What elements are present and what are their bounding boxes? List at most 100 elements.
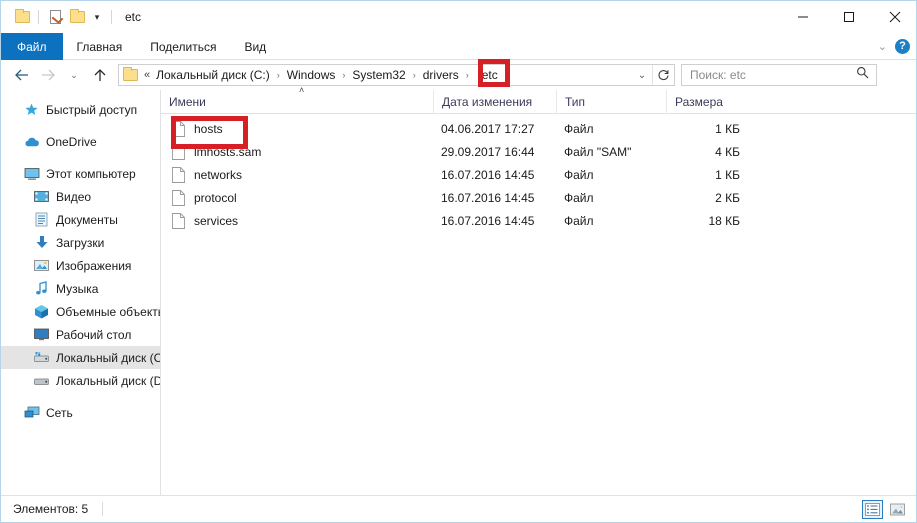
properties-icon[interactable] xyxy=(44,6,66,28)
search-box[interactable]: Поиск: etc xyxy=(681,64,877,86)
system-drive-icon xyxy=(33,350,50,366)
file-type: Файл xyxy=(564,213,594,228)
sidebar-item-music[interactable]: Музыка xyxy=(1,277,160,300)
table-row[interactable]: lmhosts.sam 29.09.2017 16:44 Файл "SAM" … xyxy=(161,140,916,163)
sidebar-item-network[interactable]: Сеть xyxy=(1,401,160,424)
sidebar-item-label: Видео xyxy=(56,189,92,204)
downloads-icon xyxy=(33,235,50,251)
file-size: 1 КБ xyxy=(715,121,740,136)
table-row[interactable]: networks 16.07.2016 14:45 Файл 1 КБ xyxy=(161,163,916,186)
sidebar-item-downloads[interactable]: Загрузки xyxy=(1,231,160,254)
quick-access-toolbar: ▾ etc xyxy=(1,6,141,28)
column-header-row: Имени ˄ Дата изменения Тип Размера xyxy=(161,85,916,114)
sidebar-item-3d-objects[interactable]: Объемные объекты xyxy=(1,300,160,323)
documents-icon xyxy=(33,212,50,228)
video-icon xyxy=(33,189,50,205)
network-icon xyxy=(23,405,40,421)
sidebar-item-onedrive[interactable]: OneDrive xyxy=(1,130,160,153)
qat-divider-2 xyxy=(111,10,112,24)
sidebar-item-desktop[interactable]: Рабочий стол xyxy=(1,323,160,346)
breadcrumb-separator-4[interactable]: › xyxy=(463,70,472,80)
file-icon xyxy=(172,120,185,137)
status-divider xyxy=(102,502,104,516)
tab-file[interactable]: Файл xyxy=(1,33,63,60)
view-mode-buttons xyxy=(862,499,916,519)
file-type: Файл xyxy=(564,167,594,182)
sidebar-item-documents[interactable]: Документы xyxy=(1,208,160,231)
forward-arrow-icon[interactable] xyxy=(35,62,61,88)
refresh-icon[interactable] xyxy=(652,65,674,85)
desktop-icon xyxy=(33,327,50,343)
sidebar-item-label: Объемные объекты xyxy=(56,304,161,319)
help-icon[interactable]: ? xyxy=(895,38,910,54)
3d-objects-icon xyxy=(33,304,50,320)
title-bar: ▾ etc xyxy=(1,1,916,33)
sidebar-item-videos[interactable]: Видео xyxy=(1,185,160,208)
sidebar-item-pictures[interactable]: Изображения xyxy=(1,254,160,277)
breadcrumb-separator-3[interactable]: › xyxy=(410,70,419,80)
breadcrumb-drive-c[interactable]: Локальный диск (C:) xyxy=(152,68,274,82)
search-input[interactable]: Поиск: etc xyxy=(690,68,746,82)
address-chevron-down-icon[interactable]: ⌄ xyxy=(632,65,652,85)
file-name-cell[interactable]: networks xyxy=(161,166,433,183)
breadcrumb-etc[interactable]: etc xyxy=(472,68,502,82)
column-header-date-modified[interactable]: Дата изменения xyxy=(433,89,556,114)
sidebar-item-this-pc[interactable]: Этот компьютер xyxy=(1,162,160,185)
file-size: 18 КБ xyxy=(708,213,740,228)
search-icon[interactable] xyxy=(856,66,869,84)
file-explorer-window: ▾ etc Файл Главная Поделиться Вид ⌄ ? ⌄ … xyxy=(0,0,917,523)
navigation-pane[interactable]: Быстрый доступ OneDrive Этот компьютер В… xyxy=(1,90,161,496)
file-name-cell[interactable]: protocol xyxy=(161,189,433,206)
column-header-name[interactable]: Имени ˄ xyxy=(161,85,433,114)
sidebar-item-label: Изображения xyxy=(56,258,132,273)
close-icon[interactable] xyxy=(872,1,916,33)
file-icon xyxy=(172,212,185,229)
file-date: 16.07.2016 14:45 xyxy=(441,190,535,205)
breadcrumb-drivers[interactable]: drivers xyxy=(419,68,463,82)
sidebar-item-label: Локальный диск (C xyxy=(56,350,161,365)
back-arrow-icon[interactable] xyxy=(9,62,35,88)
file-size: 4 КБ xyxy=(715,144,740,159)
breadcrumb-separator-2[interactable]: › xyxy=(339,70,348,80)
tab-home[interactable]: Главная xyxy=(63,33,137,60)
file-name: protocol xyxy=(194,190,237,205)
table-row[interactable]: protocol 16.07.2016 14:45 Файл 2 КБ xyxy=(161,186,916,209)
folder-icon[interactable] xyxy=(11,6,33,28)
table-row[interactable]: hosts 04.06.2017 17:27 Файл 1 КБ xyxy=(161,117,916,140)
file-name-cell[interactable]: lmhosts.sam xyxy=(161,143,433,160)
music-icon xyxy=(33,281,50,297)
breadcrumb-separator-1[interactable]: › xyxy=(274,70,283,80)
tab-share[interactable]: Поделиться xyxy=(136,33,230,60)
breadcrumb-system32[interactable]: System32 xyxy=(348,68,409,82)
sidebar-item-local-disk-c[interactable]: Локальный диск (C xyxy=(1,346,160,369)
ribbon-tab-bar: Файл Главная Поделиться Вид ⌄ ? xyxy=(1,33,916,60)
status-bar: Элементов: 5 xyxy=(1,495,916,522)
up-arrow-icon[interactable] xyxy=(87,62,113,88)
address-bar[interactable]: « Локальный диск (C:) › Windows › System… xyxy=(118,64,675,86)
large-icons-view-icon[interactable] xyxy=(887,500,908,519)
tab-view[interactable]: Вид xyxy=(230,33,280,60)
breadcrumb-overflow[interactable]: « xyxy=(142,69,152,81)
table-row[interactable]: services 16.07.2016 14:45 Файл 18 КБ xyxy=(161,209,916,232)
file-name-cell[interactable]: hosts xyxy=(161,120,433,137)
explorer-body: Быстрый доступ OneDrive Этот компьютер В… xyxy=(1,85,916,496)
file-name: services xyxy=(194,213,239,228)
file-name: hosts xyxy=(194,121,223,136)
file-name-cell[interactable]: services xyxy=(161,212,433,229)
sidebar-item-quick-access[interactable]: Быстрый доступ xyxy=(1,98,160,121)
file-list-pane[interactable]: Имени ˄ Дата изменения Тип Размера hosts… xyxy=(161,85,916,496)
file-name: lmhosts.sam xyxy=(194,144,262,159)
new-folder-icon[interactable] xyxy=(66,6,88,28)
maximize-icon[interactable] xyxy=(826,1,872,33)
sidebar-item-label: OneDrive xyxy=(46,134,97,149)
minimize-icon[interactable] xyxy=(780,1,826,33)
breadcrumb-windows[interactable]: Windows xyxy=(283,68,340,82)
customize-caret-icon[interactable]: ▾ xyxy=(88,7,106,27)
column-header-size[interactable]: Размера xyxy=(666,89,756,114)
recent-locations-chevron-down-icon[interactable]: ⌄ xyxy=(61,62,87,88)
sidebar-gap-1 xyxy=(1,121,160,130)
chevron-down-icon[interactable]: ⌄ xyxy=(878,40,887,53)
sidebar-item-local-disk-d[interactable]: Локальный диск (D xyxy=(1,369,160,392)
column-header-type[interactable]: Тип xyxy=(556,89,666,114)
details-view-icon[interactable] xyxy=(862,499,883,519)
